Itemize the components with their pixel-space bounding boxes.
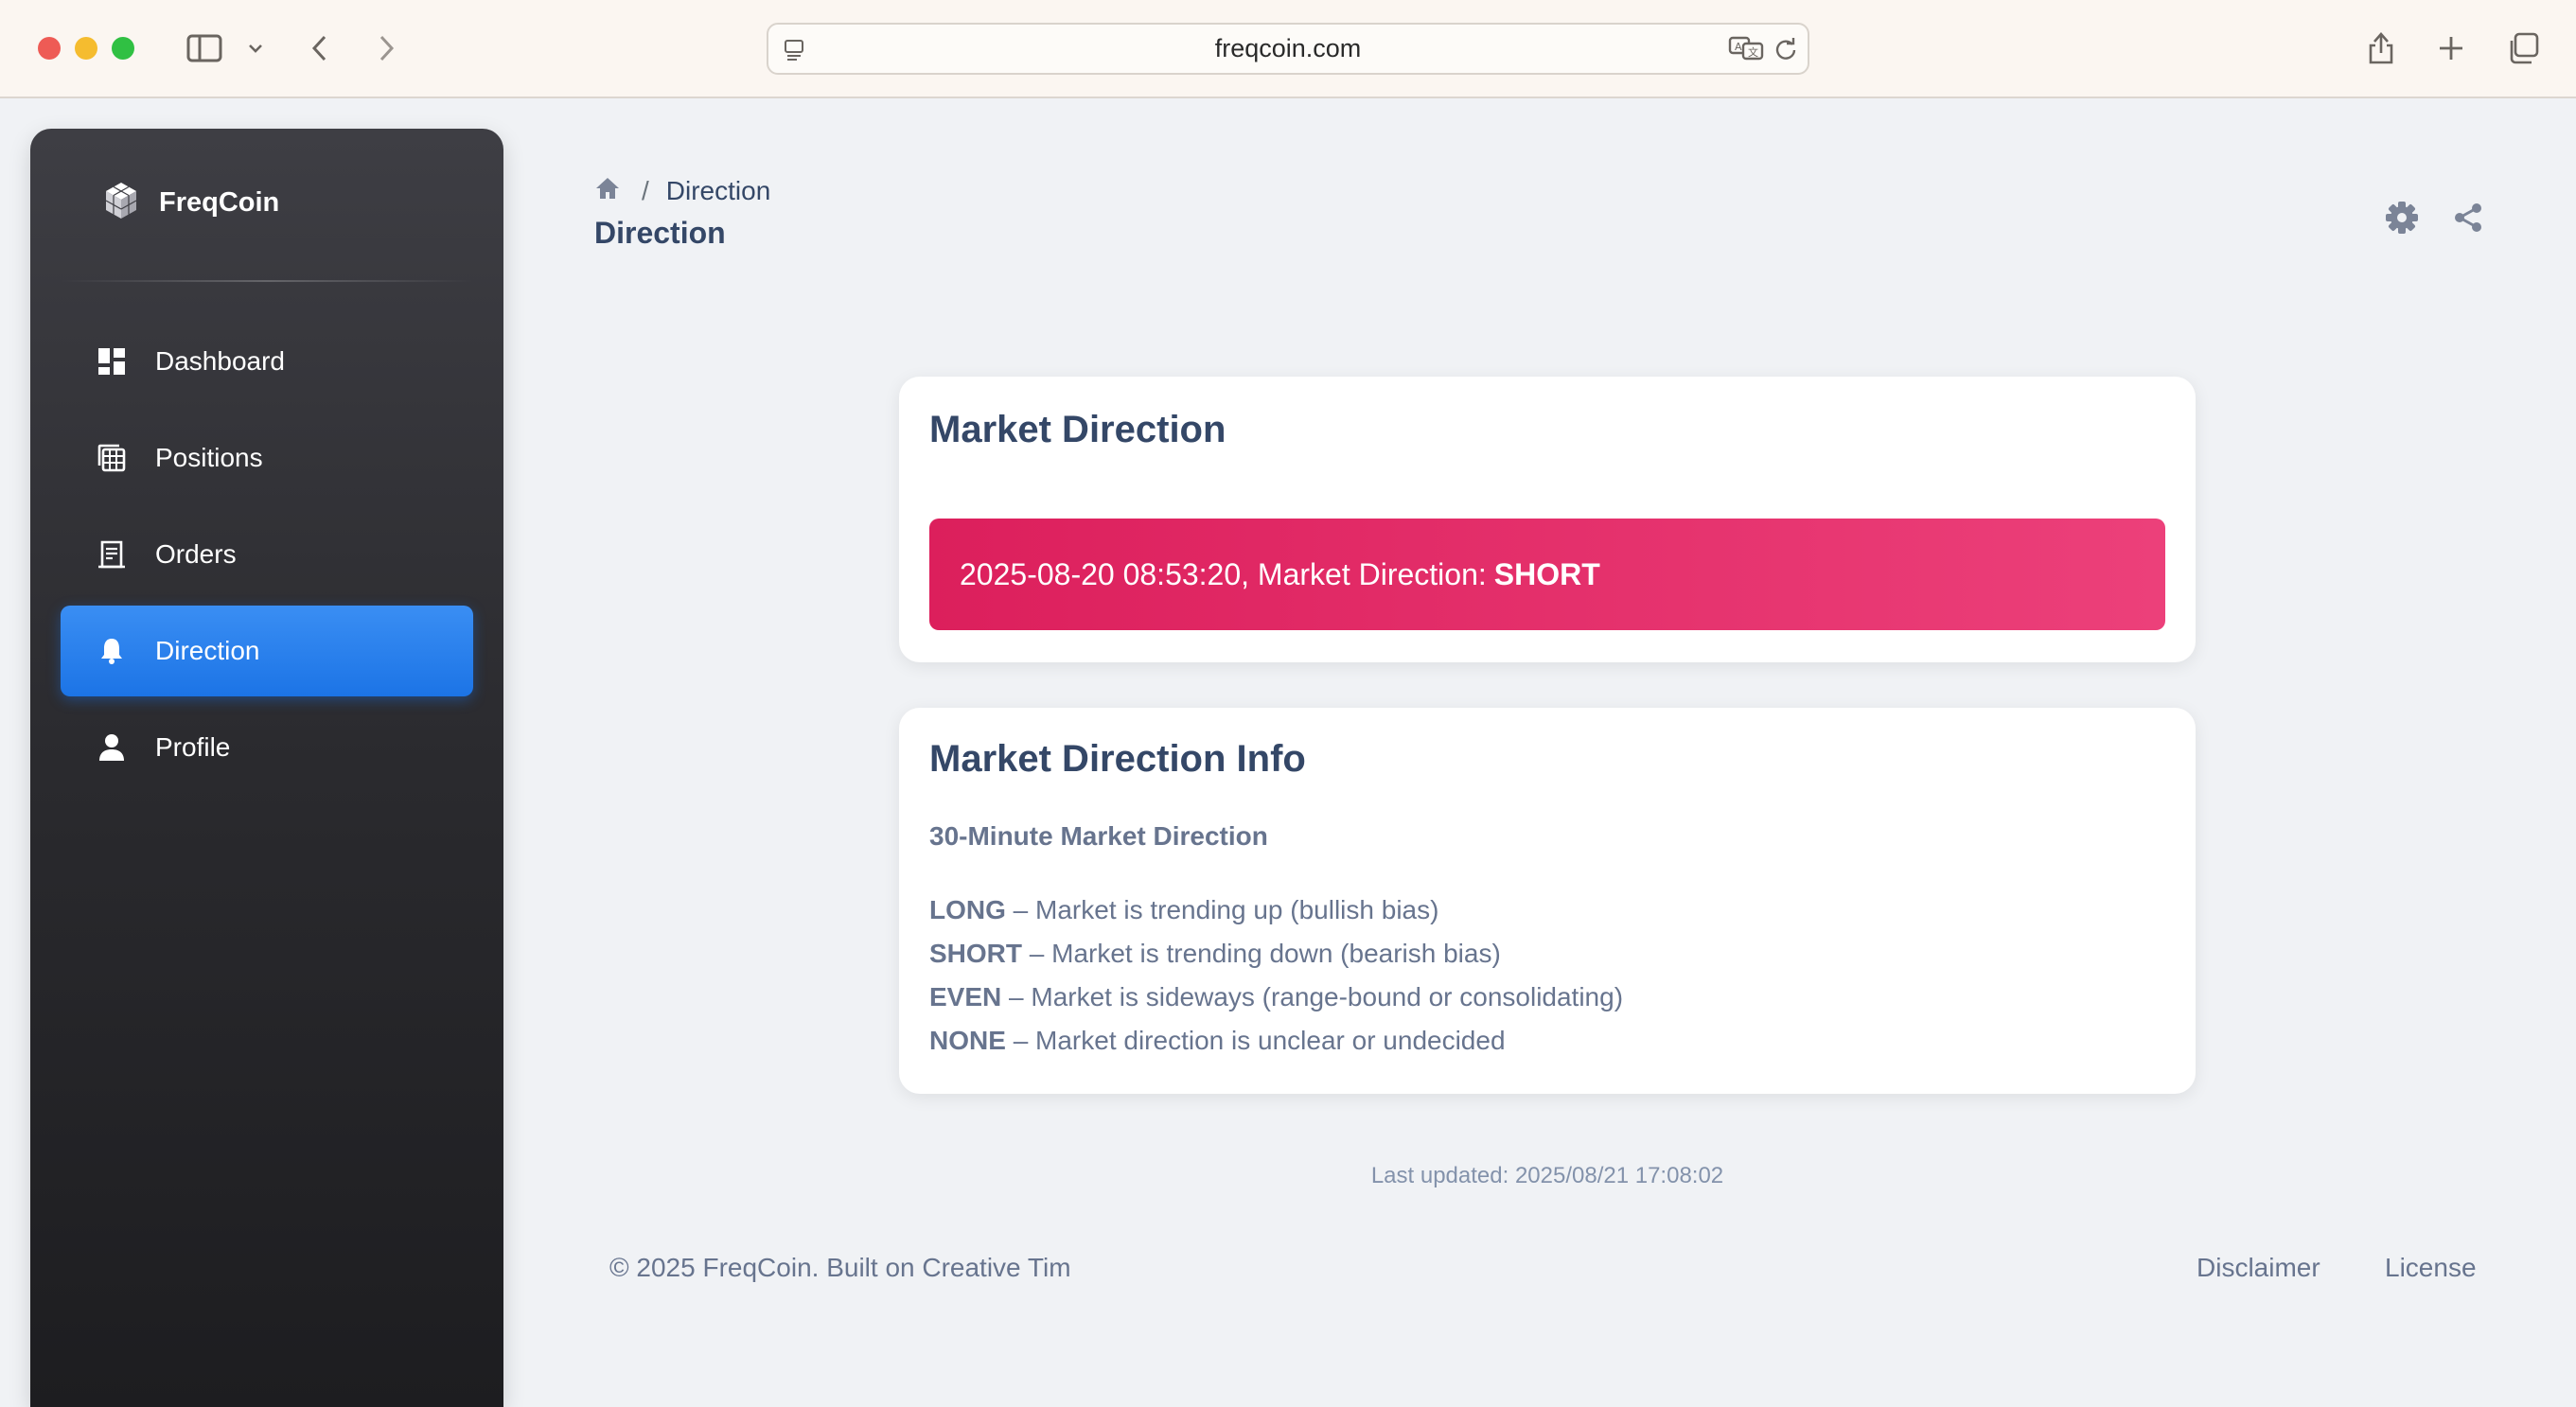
- info-line-short: SHORT – Market is trending down (bearish…: [929, 939, 1501, 968]
- home-icon[interactable]: [594, 176, 621, 207]
- reload-icon[interactable]: [1773, 37, 1798, 62]
- breadcrumb-current: Direction: [665, 176, 771, 205]
- alert-direction-value: SHORT: [1493, 556, 1600, 591]
- share-icon[interactable]: [2362, 28, 2400, 68]
- sidebar-item-label: Dashboard: [155, 346, 285, 376]
- card-title: Market Direction: [929, 409, 1226, 450]
- bell-icon: [93, 632, 131, 670]
- footer-link-disclaimer[interactable]: Disclaimer: [2197, 1253, 2320, 1283]
- info-line-none: NONE – Market direction is unclear or un…: [929, 1026, 1506, 1055]
- zoom-window-button[interactable]: [112, 37, 134, 60]
- svg-text:文: 文: [1748, 45, 1758, 59]
- table-icon: [93, 439, 131, 477]
- footer-link-license[interactable]: License: [2385, 1253, 2477, 1283]
- info-line-long: LONG – Market is trending up (bullish bi…: [929, 895, 1439, 924]
- chevron-down-icon[interactable]: [244, 28, 267, 68]
- sidebar-item-profile[interactable]: Profile: [61, 702, 473, 793]
- forward-icon[interactable]: [369, 28, 403, 68]
- sidebar-item-direction[interactable]: Direction: [61, 606, 473, 696]
- receipt-icon: [93, 536, 131, 573]
- brand-name: FreqCoin: [159, 186, 280, 218]
- market-direction-alert: 2025-08-20 08:53:20, Market Direction: S…: [929, 519, 2165, 630]
- market-direction-card: Market Direction 2025-08-20 08:53:20, Ma…: [899, 377, 2196, 662]
- svg-text:A: A: [1735, 41, 1742, 53]
- info-line-even: EVEN – Market is sideways (range-bound o…: [929, 982, 1624, 1011]
- sidebar: FreqCoin Dashboard Positions Orders Dire…: [30, 129, 503, 1407]
- page-title: Direction: [594, 216, 726, 250]
- breadcrumb-separator: /: [642, 176, 649, 205]
- person-icon: [93, 729, 131, 766]
- sidebar-item-orders[interactable]: Orders: [61, 509, 473, 600]
- alert-text: 2025-08-20 08:53:20, Market Direction:: [960, 556, 1487, 591]
- dashboard-icon: [93, 343, 131, 380]
- cube-logo-icon: [102, 180, 140, 226]
- sidebar-item-dashboard[interactable]: Dashboard: [61, 316, 473, 407]
- sidebar-item-positions[interactable]: Positions: [61, 413, 473, 503]
- sidebar-divider: [61, 280, 473, 282]
- url-text: freqcoin.com: [1214, 34, 1362, 62]
- back-icon[interactable]: [303, 28, 337, 68]
- last-updated-text: Last updated: 2025/08/21 17:08:02: [1370, 1163, 1724, 1188]
- breadcrumb: / Direction: [594, 174, 770, 208]
- address-bar[interactable]: freqcoin.com A文: [767, 23, 1809, 75]
- info-subtitle: 30-Minute Market Direction: [929, 821, 1268, 851]
- close-window-button[interactable]: [38, 37, 61, 60]
- share-nodes-icon[interactable]: [2447, 197, 2489, 238]
- translate-icon[interactable]: A文: [1728, 34, 1766, 62]
- minimize-window-button[interactable]: [75, 37, 97, 60]
- browser-toolbar: freqcoin.com A文: [0, 0, 2576, 98]
- tab-overview-icon[interactable]: [2502, 28, 2544, 68]
- sidebar-toggle-icon[interactable]: [184, 28, 225, 68]
- card-title: Market Direction Info: [929, 738, 1306, 780]
- new-tab-icon[interactable]: [2432, 28, 2470, 68]
- sidebar-item-label: Direction: [155, 636, 260, 665]
- sidebar-item-label: Profile: [155, 732, 231, 762]
- market-direction-info-card: Market Direction Info 30-Minute Market D…: [899, 708, 2196, 1094]
- sidebar-item-label: Positions: [155, 443, 263, 472]
- footer-copyright: © 2025 FreqCoin. Built on Creative Tim: [609, 1253, 1071, 1282]
- sidebar-item-label: Orders: [155, 539, 237, 569]
- brand[interactable]: FreqCoin: [102, 182, 279, 223]
- gear-icon[interactable]: [2381, 197, 2423, 238]
